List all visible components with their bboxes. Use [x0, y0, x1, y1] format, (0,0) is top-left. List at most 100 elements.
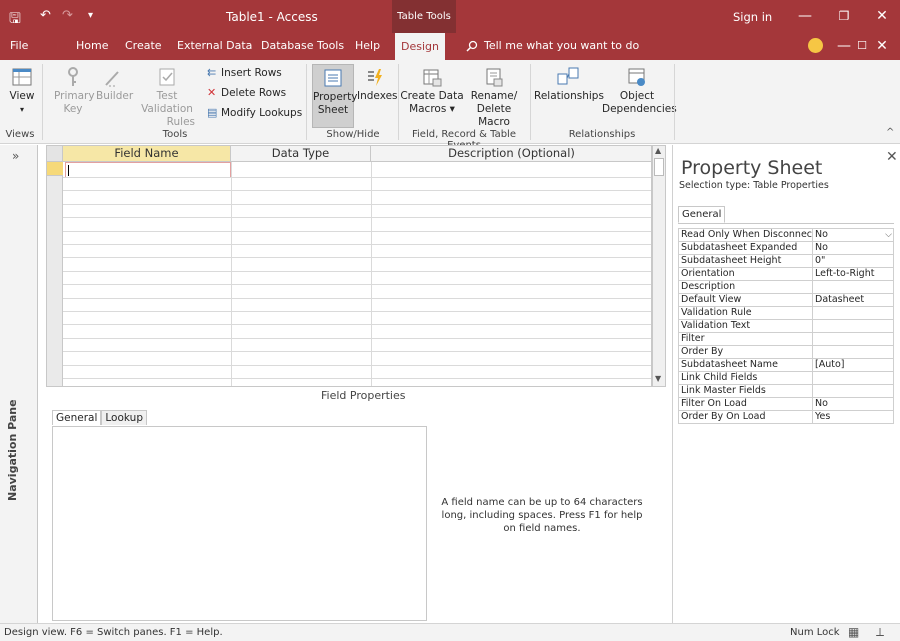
tab-create[interactable]: Create: [125, 39, 162, 52]
minimize-button[interactable]: —: [793, 6, 817, 26]
property-value-text: Yes: [815, 411, 831, 423]
tab-ps-general[interactable]: General: [678, 206, 726, 223]
property-value[interactable]: [812, 384, 894, 398]
property-sheet-button[interactable]: Property Sheet: [312, 64, 357, 128]
relationships-label: Relationships: [534, 90, 604, 102]
navigation-pane[interactable]: » Navigation Pane: [0, 145, 38, 623]
property-value[interactable]: [812, 371, 894, 385]
current-row-selector[interactable]: [47, 162, 63, 176]
property-value[interactable]: [812, 306, 894, 320]
property-row[interactable]: Subdatasheet Height 0": [678, 254, 894, 268]
tab-general[interactable]: General: [52, 410, 102, 425]
rename-delete-macro-button[interactable]: Rename/Delete Macro: [462, 66, 526, 129]
grid-row-line: [63, 244, 651, 245]
customize-qat-icon[interactable]: ▾: [88, 10, 93, 21]
sign-in-link[interactable]: Sign in: [733, 10, 772, 24]
collapse-ribbon-icon[interactable]: ^: [886, 127, 894, 138]
view-button[interactable]: View ▾: [4, 66, 40, 116]
design-view-icon[interactable]: ⟂: [876, 625, 884, 640]
column-header-field-name[interactable]: Field Name: [63, 146, 231, 162]
grid-row-line: [63, 284, 651, 286]
property-row[interactable]: Link Master Fields: [678, 384, 894, 398]
property-value[interactable]: [812, 280, 894, 294]
scroll-up-icon[interactable]: ▲: [655, 146, 661, 155]
property-row[interactable]: Order By On Load Yes: [678, 410, 894, 424]
insert-rows-button[interactable]: ⇇ Insert Rows: [207, 66, 282, 79]
grid-vertical-scrollbar[interactable]: ▲ ▼: [652, 145, 666, 387]
property-row[interactable]: Order By: [678, 345, 894, 359]
grid-row-line: [63, 337, 651, 339]
property-key: Order By: [678, 345, 813, 359]
redo-icon[interactable]: ↷: [62, 8, 73, 23]
dropdown-arrow-icon[interactable]: ⌵: [885, 230, 892, 241]
ribbon-tabs: File Home Create External Data Database …: [0, 33, 900, 60]
indexes-button[interactable]: Indexes: [357, 66, 398, 103]
property-row[interactable]: Default View Datasheet: [678, 293, 894, 307]
property-row[interactable]: Orientation Left-to-Right: [678, 267, 894, 281]
property-row[interactable]: Subdatasheet Name [Auto]: [678, 358, 894, 372]
property-value-text: No: [815, 398, 828, 410]
status-text: Design view. F6 = Switch panes. F1 = Hel…: [4, 627, 223, 638]
property-value[interactable]: No: [812, 241, 894, 255]
close-button[interactable]: ✕: [870, 6, 894, 26]
object-dependencies-button[interactable]: Object Dependencies: [602, 66, 677, 116]
feedback-smiley-icon[interactable]: [808, 38, 823, 53]
property-row[interactable]: Filter On Load No: [678, 397, 894, 411]
property-row[interactable]: Validation Rule: [678, 306, 894, 320]
property-row[interactable]: Filter: [678, 332, 894, 346]
primary-key-button[interactable]: Primary Key: [54, 66, 95, 116]
tab-database-tools[interactable]: Database Tools: [261, 39, 344, 52]
wand-icon: [105, 71, 119, 87]
tab-lookup[interactable]: Lookup: [101, 410, 147, 425]
row-selector-column[interactable]: [47, 162, 63, 386]
save-icon[interactable]: 🖫: [9, 8, 21, 32]
select-all-corner[interactable]: [47, 146, 63, 162]
modify-lookups-button[interactable]: ▤ Modify Lookups: [207, 106, 302, 119]
test-validation-button[interactable]: Test Validation Rules: [133, 66, 201, 129]
property-value[interactable]: Datasheet: [812, 293, 894, 307]
table-design-grid[interactable]: Field Name Data Type Description (Option…: [46, 145, 652, 387]
tab-design[interactable]: Design: [395, 33, 445, 60]
field-name-input[interactable]: [65, 162, 231, 178]
window-minimize-doc-icon[interactable]: —: [832, 36, 856, 56]
separator: [42, 64, 43, 140]
scroll-down-icon[interactable]: ▼: [655, 374, 661, 383]
property-value[interactable]: No ⌵: [812, 228, 894, 242]
scroll-thumb[interactable]: [654, 158, 664, 176]
datasheet-view-icon[interactable]: ▦: [848, 625, 859, 639]
column-header-description[interactable]: Description (Optional): [371, 146, 651, 162]
tab-external-data[interactable]: External Data: [177, 39, 252, 52]
grid-row-line: [63, 177, 651, 178]
close-document-button[interactable]: ✕: [870, 36, 894, 56]
property-row[interactable]: Link Child Fields: [678, 371, 894, 385]
create-data-macros-button[interactable]: Create Data Macros ▾: [400, 66, 464, 116]
nav-pane-expand-icon[interactable]: »: [12, 149, 19, 163]
relationships-button[interactable]: Relationships: [534, 66, 604, 103]
property-row[interactable]: Subdatasheet Expanded No: [678, 241, 894, 255]
tab-home[interactable]: Home: [76, 39, 108, 52]
property-key: Order By On Load: [678, 410, 813, 424]
builder-button[interactable]: Builder: [96, 66, 133, 103]
property-value-text: 0": [815, 255, 826, 267]
property-value[interactable]: Left-to-Right: [812, 267, 894, 281]
tab-help[interactable]: Help: [355, 39, 380, 52]
tab-file[interactable]: File: [10, 39, 28, 52]
restore-button[interactable]: ❐: [832, 6, 856, 26]
status-bar: Design view. F6 = Switch panes. F1 = Hel…: [0, 623, 900, 641]
property-row[interactable]: Description: [678, 280, 894, 294]
property-row[interactable]: Read Only When Disconnect No ⌵: [678, 228, 894, 242]
property-value[interactable]: No: [812, 397, 894, 411]
property-value[interactable]: [812, 345, 894, 359]
create-data-macros-label-1: Create Data: [400, 90, 464, 102]
property-value[interactable]: [812, 319, 894, 333]
property-value[interactable]: 0": [812, 254, 894, 268]
property-row[interactable]: Validation Text: [678, 319, 894, 333]
tell-me-box[interactable]: Tell me what you want to do: [466, 39, 639, 52]
property-value[interactable]: [Auto]: [812, 358, 894, 372]
property-value[interactable]: Yes: [812, 410, 894, 424]
close-icon[interactable]: ✕: [886, 149, 898, 165]
undo-icon[interactable]: ↶: [40, 8, 51, 23]
column-header-data-type[interactable]: Data Type: [231, 146, 371, 162]
property-value[interactable]: [812, 332, 894, 346]
delete-rows-button[interactable]: ✕ Delete Rows: [207, 86, 286, 99]
